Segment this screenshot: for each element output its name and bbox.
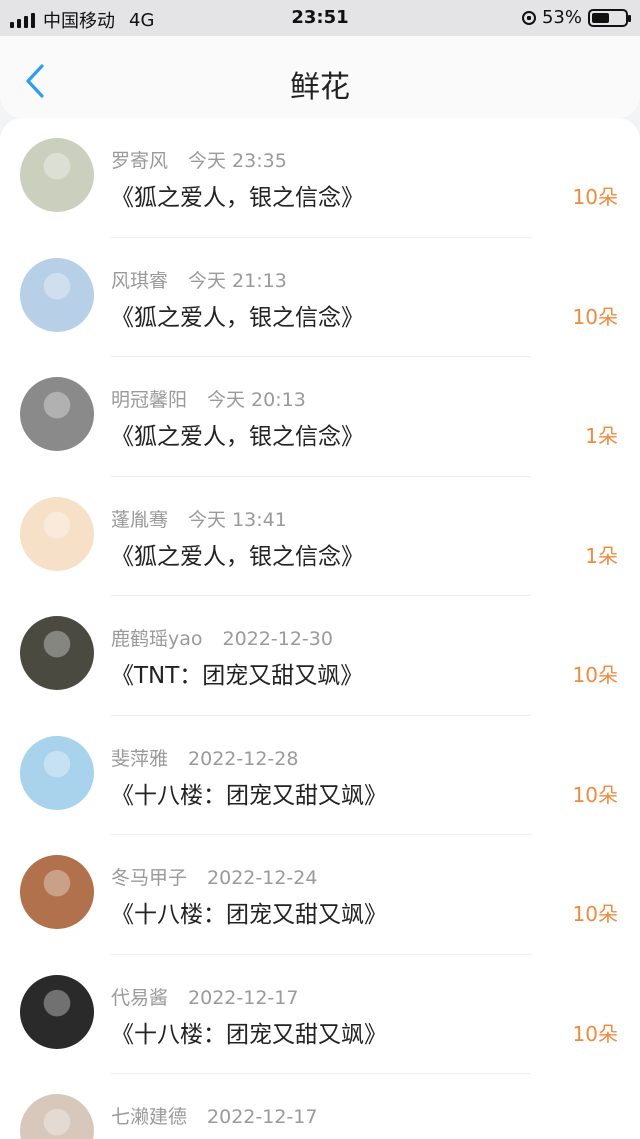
avatar[interactable] xyxy=(20,257,94,332)
avatar[interactable] xyxy=(20,974,94,1049)
flower-count: 10朵 xyxy=(572,663,618,687)
row-meta: 风琪睿 今天 21:13 xyxy=(111,266,287,293)
list-item[interactable]: 代易酱 2022-12-17 《十八楼：团宠又甜又飒》 10朵 xyxy=(0,955,640,1074)
user-name: 蓬胤骞 xyxy=(111,508,169,531)
timestamp: 今天 13:41 xyxy=(188,508,287,531)
avatar[interactable] xyxy=(20,496,94,571)
flower-list: 罗寄风 今天 23:35 《狐之爱人，银之信念》 10朵 风琪睿 今天 21:13 《狐之爱… xyxy=(0,118,640,1139)
battery-fill xyxy=(592,12,609,23)
flower-count: 1朵 xyxy=(585,543,618,568)
avatar[interactable] xyxy=(20,377,94,451)
list-item[interactable]: 七濑建德 2022-12-17 《十八楼：团宠又甜又飒》 xyxy=(0,1074,640,1139)
flower-count: 10朵 xyxy=(572,782,618,807)
book-title[interactable]: 《十八楼：团宠又甜又飒》 xyxy=(111,1134,387,1139)
avatar[interactable] xyxy=(20,616,94,690)
row-meta: 明冠馨阳 今天 20:13 xyxy=(111,385,306,412)
battery-icon xyxy=(588,8,631,27)
row-meta: 代易酱 2022-12-17 xyxy=(111,983,298,1010)
row-meta: 斐萍雅 2022-12-28 xyxy=(111,744,298,771)
battery-percent: 53% xyxy=(541,7,582,28)
user-name: 风琪睿 xyxy=(111,269,169,292)
book-title[interactable]: 《十八楼：团宠又甜又飒》 xyxy=(111,776,387,810)
row-meta: 蓬胤骞 今天 13:41 xyxy=(111,505,287,532)
book-title[interactable]: 《狐之爱人，银之信念》 xyxy=(111,417,364,451)
list-item[interactable]: 斐萍雅 2022-12-28 《十八楼：团宠又甜又飒》 10朵 xyxy=(0,716,640,835)
avatar[interactable] xyxy=(20,1094,94,1139)
timestamp: 2022-12-17 xyxy=(188,986,299,1009)
timestamp: 2022-12-30 xyxy=(222,628,333,650)
user-name: 鹿鹤瑶yao xyxy=(111,628,203,650)
row-meta: 七濑建德 2022-12-17 xyxy=(111,1102,317,1129)
list-item[interactable]: 冬马甲子 2022-12-24 《十八楼：团宠又甜又飒》 10朵 xyxy=(0,835,640,955)
flower-count: 1朵 xyxy=(585,424,618,448)
user-name: 罗寄风 xyxy=(111,150,169,172)
flower-count: 10朵 xyxy=(572,304,618,329)
user-name: 明冠馨阳 xyxy=(111,389,188,411)
book-title[interactable]: 《TNT：团宠又甜又飒》 xyxy=(111,656,363,690)
book-title[interactable]: 《狐之爱人，银之信念》 xyxy=(111,178,364,212)
row-meta: 冬马甲子 2022-12-24 xyxy=(111,863,317,890)
row-meta: 罗寄风 今天 23:35 xyxy=(111,146,287,173)
timestamp: 今天 23:35 xyxy=(188,150,287,172)
flower-count: 10朵 xyxy=(572,185,618,209)
timestamp: 今天 21:13 xyxy=(188,269,287,292)
user-name: 代易酱 xyxy=(111,986,169,1009)
user-name: 斐萍雅 xyxy=(111,747,169,770)
user-name: 冬马甲子 xyxy=(111,867,188,889)
user-name: 七濑建德 xyxy=(111,1106,188,1128)
avatar[interactable] xyxy=(20,138,94,212)
status-right: 53% xyxy=(521,7,631,28)
list-item[interactable]: 鹿鹤瑶yao 2022-12-30 《TNT：团宠又甜又飒》 10朵 xyxy=(0,596,640,716)
nav-bar: 鲜花 xyxy=(0,36,640,118)
timestamp: 2022-12-28 xyxy=(188,747,299,770)
page-title: 鲜花 xyxy=(290,70,350,105)
flower-count: 10朵 xyxy=(572,1021,618,1046)
rotation-lock-icon xyxy=(521,10,536,25)
list-item[interactable]: 罗寄风 今天 23:35 《狐之爱人，银之信念》 10朵 xyxy=(0,118,640,238)
timestamp: 今天 20:13 xyxy=(207,389,306,411)
avatar[interactable] xyxy=(20,855,94,929)
list-item[interactable]: 蓬胤骞 今天 13:41 《狐之爱人，银之信念》 1朵 xyxy=(0,477,640,596)
book-title[interactable]: 《狐之爱人，银之信念》 xyxy=(111,537,364,571)
book-title[interactable]: 《狐之爱人，银之信念》 xyxy=(111,298,364,332)
flower-count: 10朵 xyxy=(572,902,618,926)
timestamp: 2022-12-24 xyxy=(207,867,318,889)
timestamp: 2022-12-17 xyxy=(207,1106,318,1128)
list-item[interactable]: 风琪睿 今天 21:13 《狐之爱人，银之信念》 10朵 xyxy=(0,238,640,357)
avatar[interactable] xyxy=(20,735,94,810)
book-title[interactable]: 《十八楼：团宠又甜又飒》 xyxy=(111,1015,387,1049)
book-title[interactable]: 《十八楼：团宠又甜又飒》 xyxy=(111,895,387,929)
row-meta: 鹿鹤瑶yao 2022-12-30 xyxy=(111,624,333,651)
list-item[interactable]: 明冠馨阳 今天 20:13 《狐之爱人，银之信念》 1朵 xyxy=(0,357,640,477)
status-bar: 中国移动 4G 23:51 53% xyxy=(0,0,640,36)
